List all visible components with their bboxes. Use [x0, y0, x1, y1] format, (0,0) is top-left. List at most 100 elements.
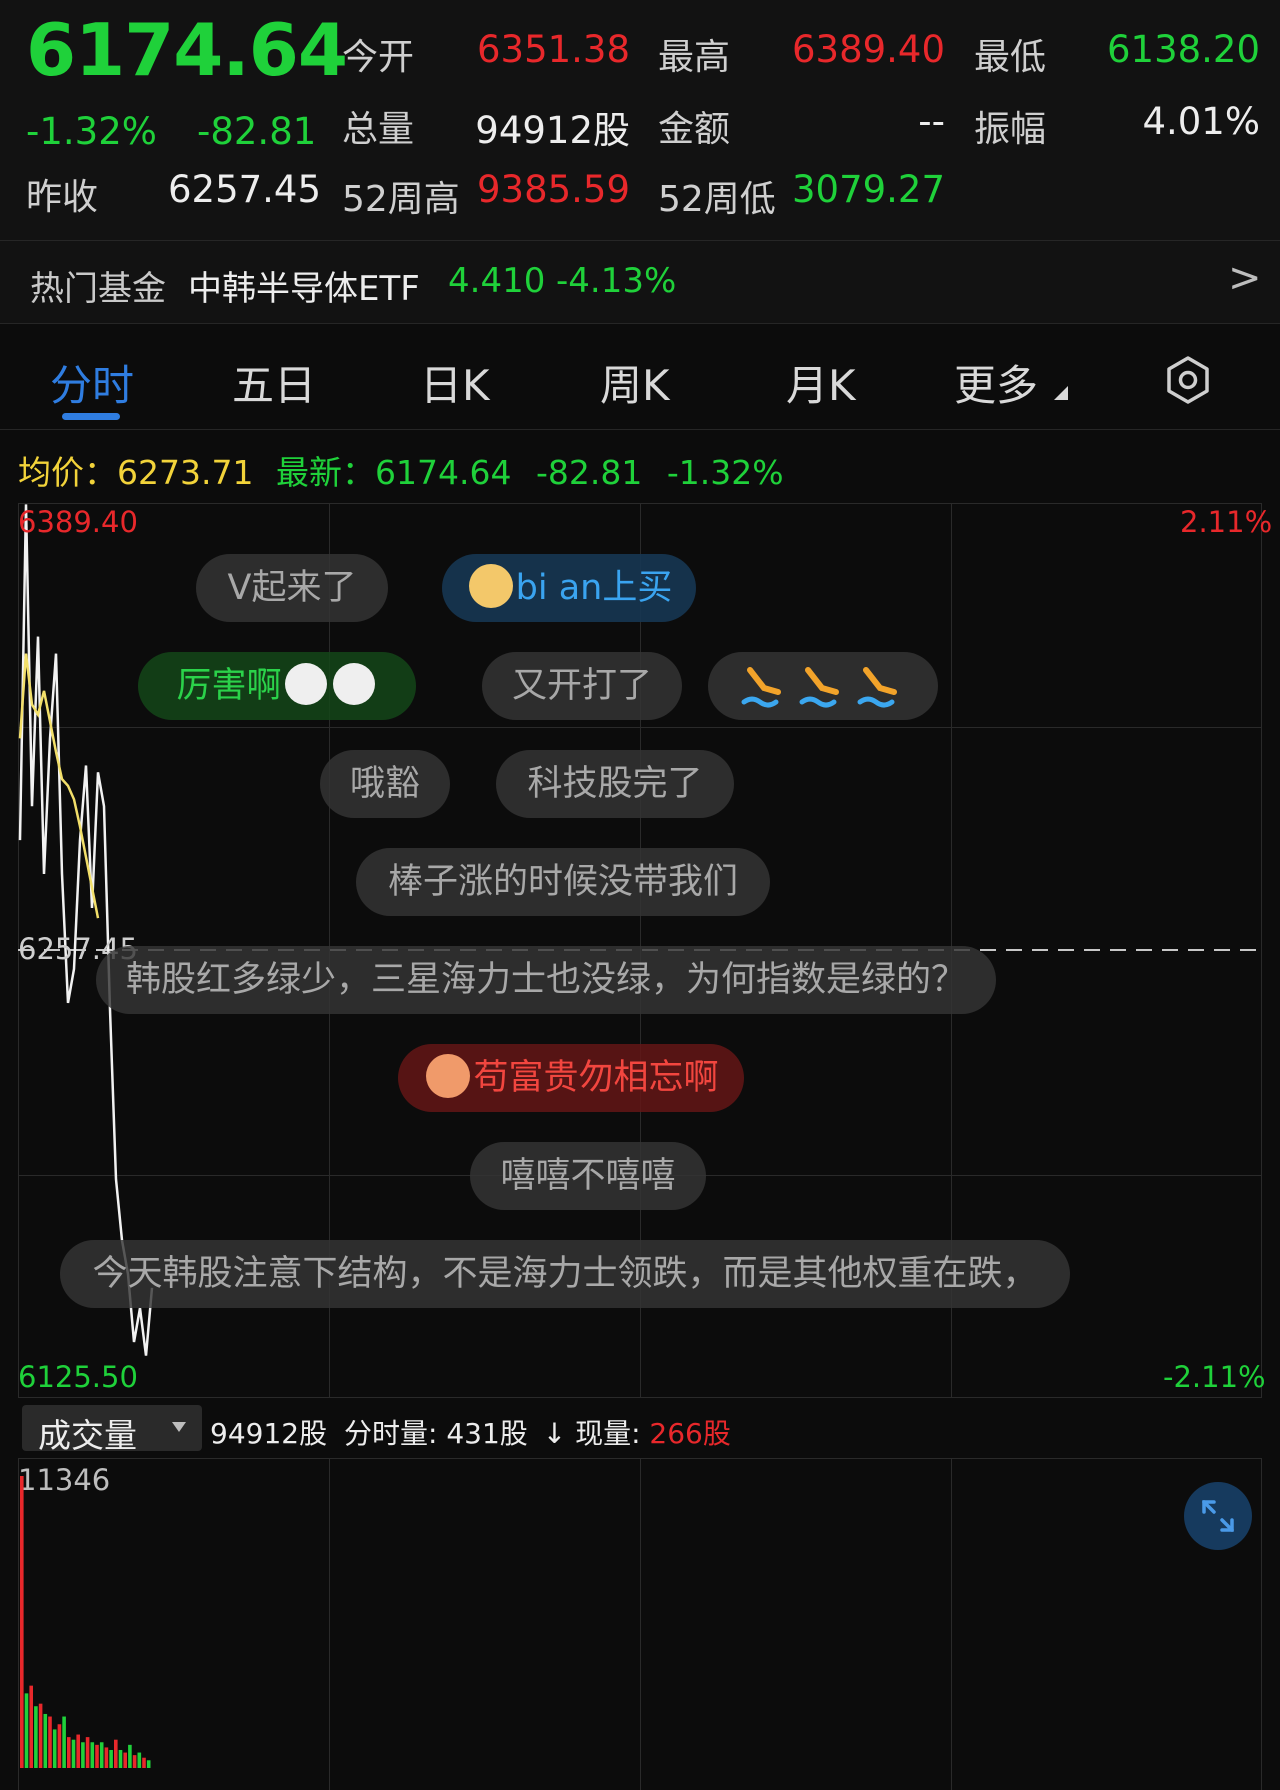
expand-icon[interactable]: [1184, 1482, 1252, 1550]
down-arrow-icon: ↓: [542, 1417, 567, 1450]
danmaku-bubble[interactable]: 今天韩股注意下结构，不是海力士领跌，而是其他权重在跌，: [60, 1240, 1070, 1308]
open-label: 今开: [342, 37, 415, 78]
danmaku-bubble[interactable]: bi an上买: [442, 554, 696, 622]
volume-bar: [118, 1749, 123, 1768]
volume-total: 94912股: [210, 1417, 328, 1450]
volume-bar: [128, 1744, 132, 1768]
hot-fund-price: 4.410: [448, 261, 546, 301]
volume-bar: [67, 1737, 71, 1768]
danmaku-bubble[interactable]: 厉害啊: [138, 652, 416, 720]
hot-fund-change: -4.13%: [556, 261, 677, 301]
amplitude-label: 振幅: [974, 109, 1047, 150]
volume-bar: [114, 1739, 118, 1768]
volume-select-label: 成交量: [38, 1416, 137, 1455]
axis-bottom-price: 6125.50: [18, 1360, 138, 1394]
amount-label: 金额: [658, 109, 731, 150]
danmaku-bubble[interactable]: V起来了: [196, 554, 388, 622]
volume-bar: [90, 1742, 95, 1768]
volume-indicator-select[interactable]: 成交量: [22, 1405, 202, 1455]
danmaku-bubble[interactable]: 科技股完了: [496, 750, 734, 818]
change-percent: -1.32%: [26, 110, 157, 153]
volume-bar: [109, 1749, 113, 1768]
volume-bar: [76, 1734, 80, 1768]
hot-fund-name: 中韩半导体ETF: [188, 269, 420, 309]
prev-close-value: 6257.45: [168, 168, 322, 211]
axis-top-pct: 2.11%: [1180, 505, 1273, 539]
volume-bar: [38, 1703, 43, 1768]
open-value: 6351.38: [476, 28, 630, 71]
danmaku-bubble[interactable]: 韩股红多绿少，三星海力士也没绿，为何指数是绿的？: [96, 946, 996, 1014]
volume-bar: [137, 1752, 142, 1768]
danmaku-bubble[interactable]: 棒子涨的时候没带我们: [356, 848, 770, 916]
volume-bar: [71, 1739, 76, 1768]
volume-bar: [62, 1716, 66, 1768]
tab-monthly-k[interactable]: 月K: [786, 352, 856, 413]
avg-price-label: 均价：: [18, 453, 117, 492]
swimmer-emoji-icon: [741, 667, 897, 708]
volume-bar: [85, 1737, 90, 1768]
volume-bar: [142, 1757, 146, 1768]
volume-bar: [132, 1755, 137, 1768]
axis-top-price: 6389.40: [18, 505, 138, 539]
last-price: 6174.64: [26, 8, 348, 92]
tab-daily-k[interactable]: 日K: [420, 352, 490, 413]
tab-weekly-k[interactable]: 周K: [600, 352, 670, 413]
volume-bar: [95, 1744, 99, 1768]
volume-bar: [43, 1713, 48, 1768]
hot-fund-row[interactable]: 热门基金 中韩半导体ETF 4.410 -4.13% >: [0, 241, 1280, 323]
danmaku-bubble[interactable]: 又开打了: [482, 652, 682, 720]
tab-more[interactable]: 更多: [954, 352, 1038, 413]
volume-bar: [29, 1685, 33, 1768]
face-emoji-icon: [284, 663, 327, 705]
wk52-low-value: 3079.27: [791, 168, 945, 211]
price-line: [18, 504, 154, 1356]
latest-value: 6174.64: [375, 453, 512, 492]
active-tab-indicator: [62, 413, 120, 420]
face-emoji-icon: [332, 663, 375, 705]
volume-bar: [123, 1752, 127, 1768]
hot-fund-label: 热门基金: [30, 269, 166, 309]
gear-icon[interactable]: [1162, 354, 1214, 406]
volume-bar: [34, 1706, 38, 1768]
cow-avatar-icon: [426, 1054, 471, 1098]
volume-label: 总量: [342, 109, 415, 150]
current-volume-value: 266股: [649, 1417, 731, 1450]
danmaku-bubble[interactable]: [708, 652, 938, 720]
volume-bar: [57, 1724, 62, 1768]
latest-label: 最新：: [276, 453, 375, 492]
volume-bar: [24, 1693, 29, 1768]
dropdown-corner-icon: [1054, 386, 1068, 400]
danmaku-bubble[interactable]: 哦豁: [320, 750, 450, 818]
danmaku-bubble[interactable]: 苟富贵勿相忘啊: [398, 1044, 744, 1112]
avg-price-value: 6273.71: [117, 453, 254, 492]
period-tabs: 分时 五日 日K 周K 月K 更多: [0, 324, 1280, 430]
tab-intraday[interactable]: 分时: [50, 352, 134, 413]
axis-bottom-pct: -2.11%: [1163, 1360, 1266, 1394]
rabbit-avatar-icon: [468, 564, 513, 608]
low-label: 最低: [974, 37, 1047, 78]
volume-value: 94912股: [475, 109, 630, 152]
minute-volume-value: 431股: [446, 1417, 528, 1450]
volume-bar: [81, 1742, 85, 1768]
quote-panel: 6174.64 -1.32% -82.81 昨收 6257.45 今开 6351…: [0, 0, 1280, 240]
chevron-right-icon[interactable]: >: [1228, 255, 1262, 301]
low-value: 6138.20: [1106, 28, 1260, 71]
minute-volume-label: 分时量:: [343, 1417, 438, 1450]
tab-five-day[interactable]: 五日: [232, 352, 316, 413]
high-label: 最高: [658, 37, 731, 78]
current-volume-label: 现量:: [575, 1417, 641, 1450]
high-value: 6389.40: [791, 28, 945, 71]
volume-bar: [104, 1747, 109, 1768]
volume-bar: [146, 1760, 151, 1768]
amount-value: --: [918, 100, 945, 143]
latest-change-pct: -1.32%: [666, 453, 784, 492]
volume-bars: [20, 1476, 151, 1768]
chevron-down-icon: [172, 1422, 186, 1432]
latest-change: -82.81: [535, 453, 643, 492]
change-value: -82.81: [197, 110, 317, 153]
volume-bar: [99, 1742, 104, 1768]
wk52-high-value: 9385.59: [476, 168, 630, 211]
danmaku-bubble[interactable]: 嘻嘻不嘻嘻: [470, 1142, 706, 1210]
volume-bar: [20, 1476, 24, 1768]
volume-bar: [52, 1729, 57, 1768]
